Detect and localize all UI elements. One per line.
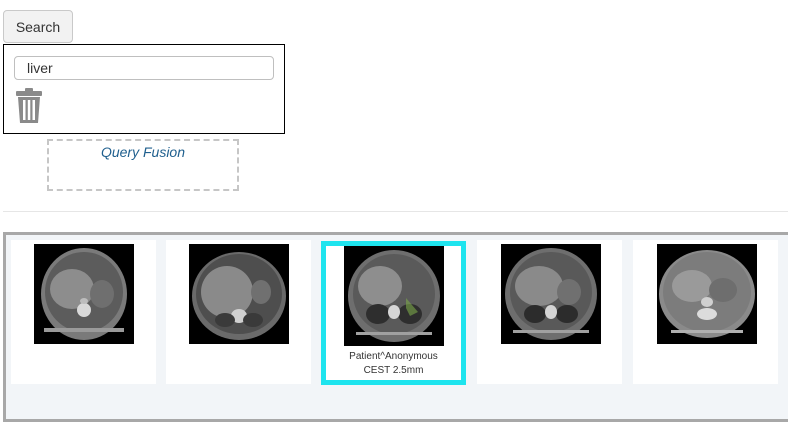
ct-scan-thumbnail xyxy=(657,244,757,344)
query-fusion-dropzone[interactable]: Query Fusion xyxy=(47,139,239,191)
thumbnail-caption: Patient^Anonymous CEST 2.5mm xyxy=(326,350,461,378)
ct-scan-thumbnail xyxy=(501,244,601,344)
gallery-card[interactable] xyxy=(633,240,778,384)
trash-icon[interactable] xyxy=(15,88,43,124)
gallery-card[interactable] xyxy=(11,240,156,384)
gallery-card-selected[interactable]: Patient^Anonymous CEST 2.5mm xyxy=(321,241,466,385)
ct-scan-thumbnail xyxy=(189,244,289,344)
ct-scan-thumbnail xyxy=(34,244,134,344)
search-button[interactable]: Search xyxy=(3,10,73,43)
divider xyxy=(3,211,788,212)
ct-scan-thumbnail xyxy=(344,246,444,346)
query-panel xyxy=(3,44,285,134)
gallery-card[interactable] xyxy=(166,240,311,384)
series-description: CEST 2.5mm xyxy=(363,365,424,376)
query-text-input[interactable] xyxy=(14,56,274,80)
patient-name: Patient^Anonymous xyxy=(349,351,438,362)
image-gallery: Patient^Anonymous CEST 2.5mm xyxy=(3,232,788,422)
query-fusion-label: Query Fusion xyxy=(100,144,186,160)
gallery-card[interactable] xyxy=(477,240,622,384)
